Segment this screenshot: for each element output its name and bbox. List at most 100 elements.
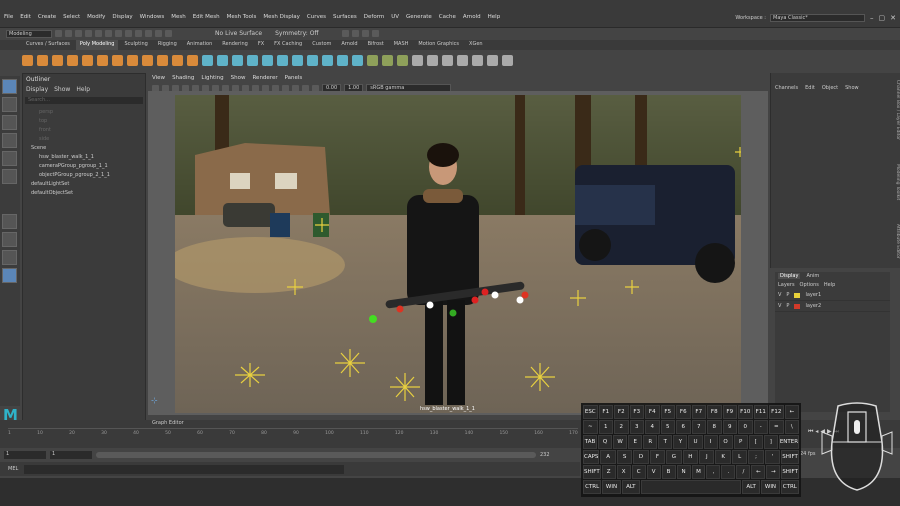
outliner-menu-show[interactable]: Show [54,86,70,93]
poly-cube-icon[interactable] [37,54,48,66]
key-s[interactable]: S [616,450,633,464]
workspace-selector[interactable]: Workspace : Maya Classic* [735,14,865,22]
bevel-icon[interactable] [307,54,318,66]
menu-modify[interactable]: Modify [87,14,105,20]
workspace-dropdown[interactable]: Maya Classic* [770,14,865,22]
key-1[interactable]: 1 [598,420,613,434]
select-tool-icon[interactable] [2,79,17,94]
menu-display[interactable]: Display [112,14,132,20]
outliner-item[interactable]: front [23,125,145,134]
menu-mesh[interactable]: Mesh [171,14,185,20]
key-5[interactable]: 5 [660,420,675,434]
select-component-icon[interactable] [125,30,132,37]
key-f5[interactable]: F5 [660,405,675,419]
triangulate-icon[interactable] [472,54,483,66]
key-f6[interactable]: F6 [676,405,691,419]
svg-icon[interactable] [187,54,198,66]
key-k[interactable]: K [715,450,731,464]
key-space[interactable] [640,480,741,494]
key-i[interactable]: I [703,435,718,449]
key-n[interactable]: N [676,465,691,479]
shelf-tab-curves-surfaces[interactable]: Curves / Surfaces [22,40,74,50]
minimize-icon[interactable]: – [870,14,874,22]
render-icon[interactable] [341,30,349,37]
auto-map-icon[interactable] [397,54,408,66]
snap-plane-icon[interactable] [165,30,172,37]
key-blank[interactable]: ; [748,450,764,464]
persp-outliner-layout-icon[interactable] [2,268,17,283]
key-win[interactable]: WIN [761,480,780,494]
shelf-tab-xgen[interactable]: XGen [465,40,487,50]
shelf-tab-fx-caching[interactable]: FX Caching [270,40,306,50]
layer-playback-toggle[interactable]: P [786,303,789,309]
menu-uv[interactable]: UV [391,14,399,20]
hypershade-icon[interactable] [371,30,379,37]
key-caps[interactable]: CAPS [583,450,600,464]
poly-disc-icon[interactable] [112,54,123,66]
key-f3[interactable]: F3 [629,405,644,419]
key-m[interactable]: M [691,465,706,479]
key-v[interactable]: V [646,465,661,479]
layer-row[interactable]: V Player2 [775,301,890,312]
outliner-item[interactable]: hsw_blaster_walk_1_1 [23,152,145,161]
menu-select[interactable]: Select [63,14,80,20]
shelf-tab-poly-modeling[interactable]: Poly Modeling [75,40,119,50]
outliner-item[interactable]: top [23,116,145,125]
poly-text-icon[interactable] [172,54,183,66]
viewport-menu-view[interactable]: View [152,75,165,81]
paint-select-icon[interactable] [2,115,17,130]
outliner-item[interactable]: side [23,134,145,143]
fill-hole-icon[interactable] [457,54,468,66]
menu-cache[interactable]: Cache [439,14,456,20]
menu-edit-mesh[interactable]: Edit Mesh [193,14,220,20]
graph-editor-label[interactable]: Graph Editor [152,420,184,426]
lasso-tool-icon[interactable] [2,97,17,112]
quadrangulate-icon[interactable] [487,54,498,66]
layer-tab-display[interactable]: Display [778,273,801,279]
sphere-icon[interactable] [142,54,153,66]
menu-edit[interactable]: Edit [20,14,31,20]
separate-icon[interactable] [217,54,228,66]
key-6[interactable]: 6 [676,420,691,434]
key-r[interactable]: R [643,435,658,449]
shelf-tab-arnold[interactable]: Arnold [337,40,361,50]
select-hierarchy-icon[interactable] [105,30,112,37]
snap-curve-icon[interactable] [145,30,152,37]
key-blank[interactable]: \ [784,420,799,434]
hard-edge-icon[interactable] [427,54,438,66]
shelf-tab-mash[interactable]: MASH [390,40,413,50]
soft-edge-icon[interactable] [412,54,423,66]
key-t[interactable]: T [658,435,673,449]
menu-help[interactable]: Help [488,14,501,20]
go-start-icon[interactable]: ⏮ [808,428,813,436]
key-blank[interactable]: ← [751,465,766,479]
mel-command-input[interactable] [24,464,345,474]
outliner-item[interactable]: Scene [23,143,145,152]
outliner-item[interactable]: persp [23,107,145,116]
key-z[interactable]: Z [601,465,616,479]
key-f9[interactable]: F9 [722,405,737,419]
key-blank[interactable]: , [706,465,721,479]
key-f2[interactable]: F2 [614,405,629,419]
combine-icon[interactable] [202,54,213,66]
key-c[interactable]: C [631,465,646,479]
key-2[interactable]: 2 [614,420,629,434]
ipr-render-icon[interactable] [351,30,359,37]
key-x[interactable]: X [616,465,631,479]
layer-menu-options[interactable]: Options [800,282,819,288]
key-blank[interactable]: . [721,465,736,479]
super-shape-icon[interactable] [157,54,168,66]
outliner-item[interactable]: defaultLightSet [23,179,145,188]
key-l[interactable]: L [731,450,748,464]
key-shift[interactable]: SHIFT [781,450,799,464]
undo-icon[interactable] [85,30,92,37]
channels-menu-edit[interactable]: Edit [805,85,815,91]
key-p[interactable]: P [733,435,748,449]
key-w[interactable]: W [613,435,628,449]
rotate-tool-icon[interactable] [2,151,17,166]
key-h[interactable]: H [682,450,699,464]
key-blank[interactable]: - [753,420,768,434]
menu-mesh-tools[interactable]: Mesh Tools [227,14,257,20]
shelf-tab-custom[interactable]: Custom [308,40,335,50]
key-8[interactable]: 8 [707,420,722,434]
